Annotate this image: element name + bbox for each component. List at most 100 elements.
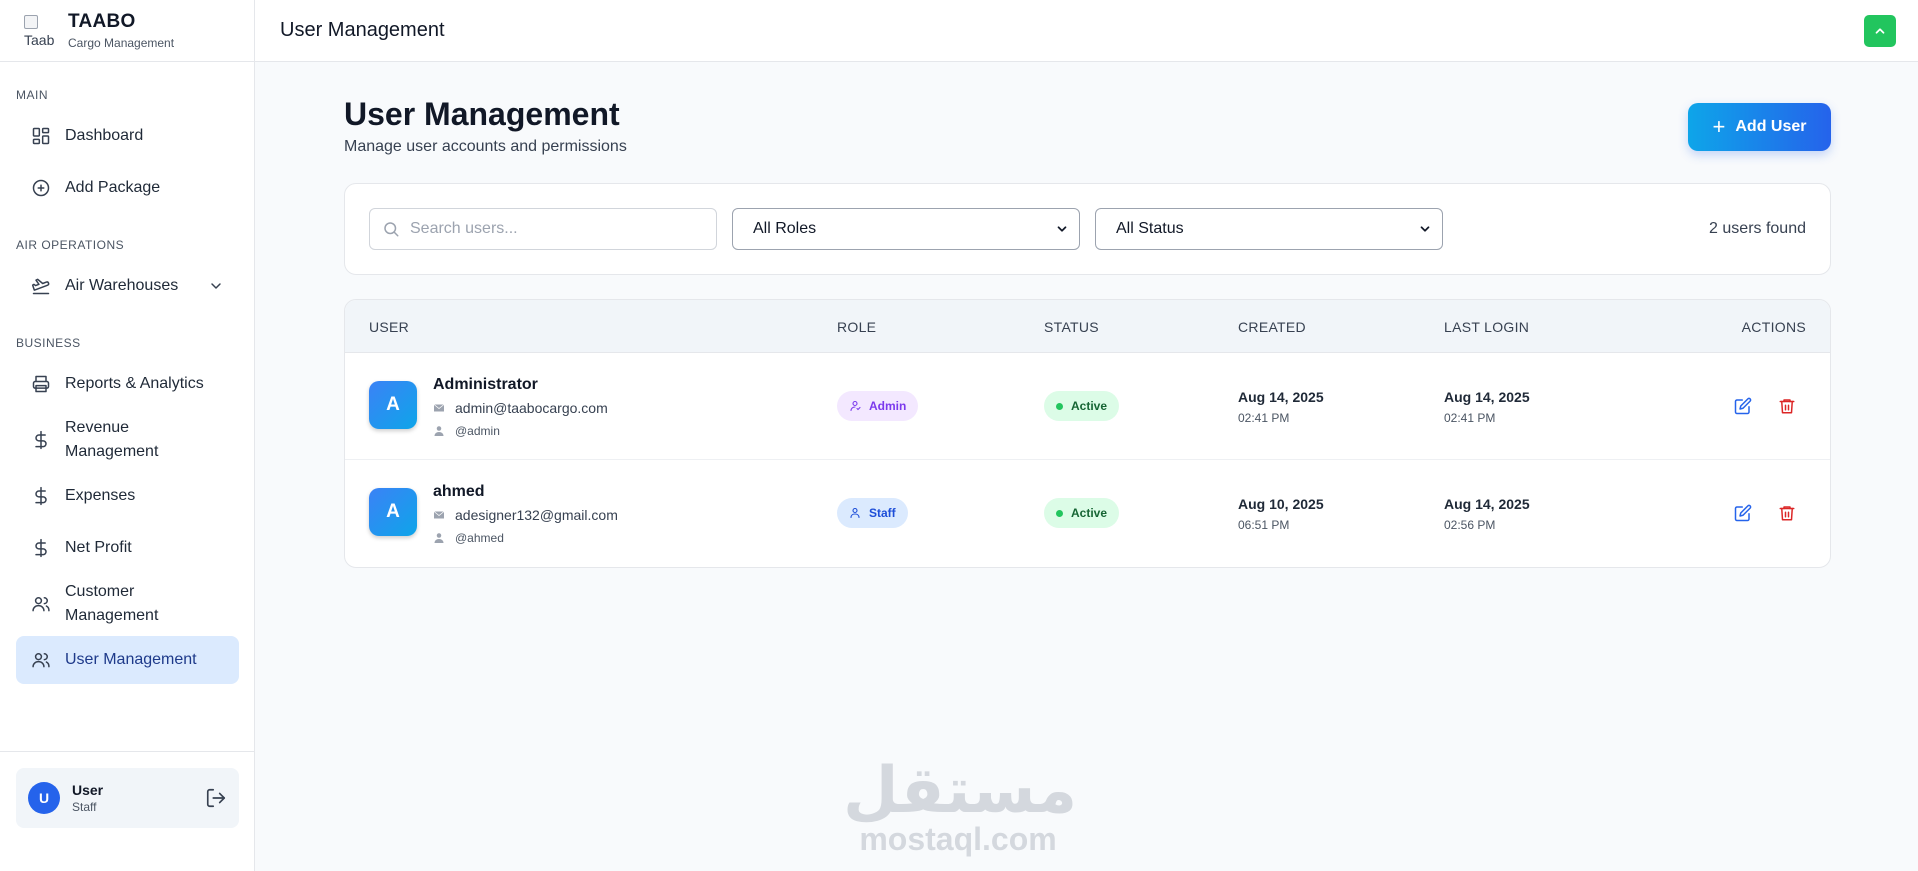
search-box[interactable] [369, 208, 717, 250]
watermark-latin: mostaql.com [859, 821, 1057, 857]
column-header-role: ROLE [837, 319, 877, 335]
edit-icon[interactable] [1734, 504, 1752, 522]
brand-subtitle: Cargo Management [68, 36, 175, 50]
chevron-down-icon [1420, 226, 1430, 232]
topbar: User Management [255, 0, 1918, 62]
sidebar-item-label: Expenses [65, 487, 136, 504]
user-email-text: admin@taabocargo.com [455, 400, 608, 416]
user-name: ahmed [433, 483, 485, 500]
created-cell: Aug 14, 2025 02:41 PM [1238, 389, 1324, 425]
trash-icon[interactable] [1778, 397, 1796, 415]
brand[interactable]: Taab TAABO Cargo Management [0, 0, 254, 62]
sidebar-item-revenue[interactable]: Revenue Management [16, 412, 239, 468]
dollar-icon [31, 430, 51, 450]
search-input[interactable] [410, 220, 700, 238]
admin-icon [850, 400, 861, 412]
sidebar-item-label: Dashboard [65, 127, 144, 144]
user-email: adesigner132@gmail.com [433, 507, 618, 523]
users-table: USER ROLE STATUS CREATED LAST LOGIN ACTI… [344, 299, 1831, 568]
user-name: Administrator [433, 376, 538, 393]
trash-icon[interactable] [1778, 504, 1796, 522]
sidebar-item-label: Air Warehouses [65, 277, 179, 294]
last-login-date: Aug 14, 2025 [1444, 496, 1530, 512]
user-card: U User Staff [16, 768, 239, 828]
table-header: USER ROLE STATUS CREATED LAST LOGIN ACTI… [345, 300, 1830, 353]
role-badge: Staff [837, 498, 908, 528]
sidebar-item-label: Reports & Analytics [65, 375, 204, 392]
topbar-title: User Management [280, 19, 445, 41]
printer-icon [31, 374, 51, 394]
page-title: User Management [344, 96, 620, 132]
status-badge: Active [1044, 391, 1120, 421]
created-date: Aug 10, 2025 [1238, 496, 1324, 512]
status-filter-select[interactable]: All Status [1095, 208, 1443, 250]
sidebar-item-label: Customer Management [65, 583, 159, 624]
role-badge: Admin [837, 391, 919, 421]
dollar-icon [31, 538, 51, 558]
watermark-arabic: مستقل [843, 754, 1078, 828]
avatar: A [369, 381, 417, 429]
add-user-label: Add User [1735, 118, 1807, 135]
sidebar-item-expenses[interactable]: Expenses [16, 472, 239, 520]
user-handle-text: @admin [455, 424, 500, 438]
column-header-last-login: LAST LOGIN [1444, 319, 1530, 335]
sidebar-item-add-package[interactable]: Add Package [16, 164, 239, 212]
sidebar-item-label: Net Profit [65, 539, 132, 556]
sidebar-item-user-management[interactable]: User Management [16, 636, 239, 684]
sidebar-item-label: Add Package [65, 179, 161, 196]
user-handle: @admin [433, 424, 500, 438]
status-dot [1056, 509, 1063, 517]
plus-circle-icon [31, 178, 51, 198]
search-icon [384, 222, 399, 237]
edit-icon[interactable] [1734, 397, 1752, 415]
sidebar-item-reports[interactable]: Reports & Analytics [16, 360, 239, 408]
user-role: Staff [72, 800, 97, 814]
avatar: U [28, 782, 60, 814]
role-badge-text: Admin [869, 399, 907, 413]
user-name: User [72, 782, 104, 798]
role-filter-select[interactable]: All Roles [732, 208, 1080, 250]
sidebar-item-label: Revenue Management [65, 419, 159, 460]
sidebar-item-customer-management[interactable]: Customer Management [16, 576, 239, 632]
table-row: A ahmed adesigner132@gmail.com @ahmed St… [345, 460, 1830, 567]
user-icon [434, 533, 444, 543]
sidebar-item-net-profit[interactable]: Net Profit [16, 524, 239, 572]
users-icon [31, 594, 51, 614]
page-header: User Management Manage user accounts and… [344, 62, 1831, 182]
role-filter-value: All Roles [753, 220, 817, 237]
role-badge-text: Staff [869, 506, 896, 520]
status-filter-value: All Status [1116, 220, 1184, 237]
sidebar-nav: MAIN Dashboard Add Package AIR OPERATION… [0, 88, 254, 684]
collapse-button[interactable] [1864, 15, 1896, 47]
status-badge-text: Active [1071, 506, 1108, 520]
created-date: Aug 14, 2025 [1238, 389, 1324, 405]
sidebar: Taab TAABO Cargo Management MAIN Dashboa… [0, 0, 255, 871]
nav-section-business: BUSINESS [16, 336, 81, 350]
created-time: 02:41 PM [1238, 411, 1290, 425]
last-login-cell: Aug 14, 2025 02:56 PM [1444, 496, 1530, 532]
column-header-actions: ACTIONS [1741, 319, 1806, 335]
chevron-down-icon[interactable] [208, 278, 224, 294]
user-handle-text: @ahmed [455, 531, 504, 545]
sidebar-item-dashboard[interactable]: Dashboard [16, 112, 239, 160]
add-user-button[interactable]: + Add User [1688, 103, 1831, 151]
user-handle: @ahmed [433, 531, 504, 545]
last-login-time: 02:56 PM [1444, 518, 1496, 532]
last-login-date: Aug 14, 2025 [1444, 389, 1530, 405]
dashboard-icon [31, 126, 51, 146]
sidebar-item-label: User Management [65, 651, 197, 668]
sidebar-item-air-warehouses[interactable]: Air Warehouses [16, 262, 239, 310]
status-dot [1056, 402, 1063, 410]
brand-logo: Taab [22, 13, 58, 49]
column-header-status: STATUS [1044, 319, 1099, 335]
staff-icon [850, 507, 860, 519]
mail-icon [433, 511, 445, 519]
page-subtitle: Manage user accounts and permissions [344, 138, 627, 155]
user-email-text: adesigner132@gmail.com [455, 507, 618, 523]
logout-icon[interactable] [205, 787, 227, 809]
table-row: A Administrator admin@taabocargo.com @ad… [345, 353, 1830, 460]
brand-title: TAABO [68, 11, 136, 32]
user-icon [434, 426, 444, 436]
plus-icon: + [1712, 114, 1726, 139]
watermark: مستقل mostaql.com [843, 754, 1078, 857]
